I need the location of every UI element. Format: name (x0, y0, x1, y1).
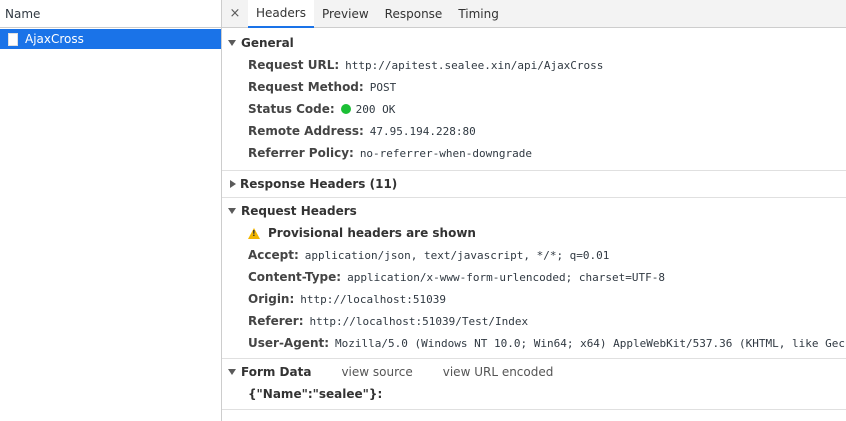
row-value: 200 OK (355, 102, 396, 116)
warning-icon (248, 227, 260, 239)
row-key: Status Code: (248, 102, 335, 116)
general-title: General (241, 36, 294, 50)
row-value: Mozilla/5.0 (Windows NT 10.0; Win64; x64… (335, 336, 846, 350)
general-row: Status Code: 200 OK (222, 98, 846, 120)
collapse-triangle-icon (230, 180, 236, 188)
name-column-header[interactable]: Name (0, 0, 221, 28)
row-key: Content-Type: (248, 270, 342, 284)
row-value: application/x-www-form-urlencoded; chars… (347, 270, 665, 284)
response-headers-title: Response Headers (11) (240, 177, 398, 191)
form-data-title: Form Data (241, 365, 312, 379)
tab-response[interactable]: Response (377, 0, 451, 27)
row-value: http://localhost:51039/Test/Index (309, 314, 529, 328)
request-header-row: User-Agent: Mozilla/5.0 (Windows NT 10.0… (222, 332, 846, 354)
form-data-body: {"Name":"sealee"}: (248, 387, 383, 401)
section-request-headers: Request Headers Provisional headers are … (222, 198, 846, 359)
row-key: Origin: (248, 292, 295, 306)
status-ok-icon (340, 104, 351, 114)
general-row: Request URL: http://apitest.sealee.xin/a… (222, 54, 846, 76)
section-form-data: Form Data view source view URL encoded {… (222, 359, 846, 410)
general-row: Referrer Policy: no-referrer-when-downgr… (222, 142, 846, 164)
row-value: http://apitest.sealee.xin/api/AjaxCross (345, 58, 604, 72)
section-general: General Request URL: http://apitest.seal… (222, 32, 846, 171)
warning-text: Provisional headers are shown (268, 226, 476, 240)
general-row: Remote Address: 47.95.194.228:80 (222, 120, 846, 142)
provisional-warning: Provisional headers are shown (222, 222, 846, 244)
request-header-row: Content-Type: application/x-www-form-url… (222, 266, 846, 288)
request-headers-title: Request Headers (241, 204, 357, 218)
row-value: POST (369, 80, 397, 94)
request-header-row: Accept: application/json, text/javascrip… (222, 244, 846, 266)
general-header[interactable]: General (222, 32, 846, 54)
tab-headers[interactable]: Headers (248, 0, 314, 28)
row-key: Accept: (248, 248, 299, 262)
request-header-row: Referer: http://localhost:51039/Test/Ind… (222, 310, 846, 332)
tab-timing[interactable]: Timing (450, 0, 507, 27)
row-value: http://localhost:51039 (300, 292, 446, 306)
section-response-headers: Response Headers (11) (222, 171, 846, 198)
row-key: Request URL: (248, 58, 340, 72)
tab-preview[interactable]: Preview (314, 0, 377, 27)
view-source-link[interactable]: view source (341, 365, 412, 379)
close-icon[interactable]: × (222, 0, 248, 27)
form-data-header[interactable]: Form Data view source view URL encoded (222, 361, 846, 383)
response-headers-header[interactable]: Response Headers (11) (222, 173, 846, 195)
request-row-selected[interactable]: AjaxCross (0, 29, 221, 49)
request-name: AjaxCross (25, 32, 84, 46)
view-url-encoded-link[interactable]: view URL encoded (443, 365, 554, 379)
details-tabbar: × Headers Preview Response Timing (222, 0, 846, 28)
row-key: Request Method: (248, 80, 364, 94)
request-list-pane: Name AjaxCross (0, 0, 222, 421)
row-key: User-Agent: (248, 336, 330, 350)
request-header-row: Origin: http://localhost:51039 (222, 288, 846, 310)
row-value: application/json, text/javascript, */*; … (304, 248, 610, 262)
general-row: Request Method: POST (222, 76, 846, 98)
devtools-network-panel: Name AjaxCross × Headers Preview Respons… (0, 0, 846, 421)
expand-triangle-icon (228, 208, 236, 214)
expand-triangle-icon (228, 369, 236, 375)
row-value: no-referrer-when-downgrade (359, 146, 532, 160)
request-headers-header[interactable]: Request Headers (222, 200, 846, 222)
document-icon (8, 32, 18, 46)
row-key: Referrer Policy: (248, 146, 354, 160)
row-value: 47.95.194.228:80 (369, 124, 476, 138)
request-details-pane: × Headers Preview Response Timing Genera… (222, 0, 846, 421)
expand-triangle-icon (228, 40, 236, 46)
row-key: Referer: (248, 314, 304, 328)
row-key: Remote Address: (248, 124, 364, 138)
